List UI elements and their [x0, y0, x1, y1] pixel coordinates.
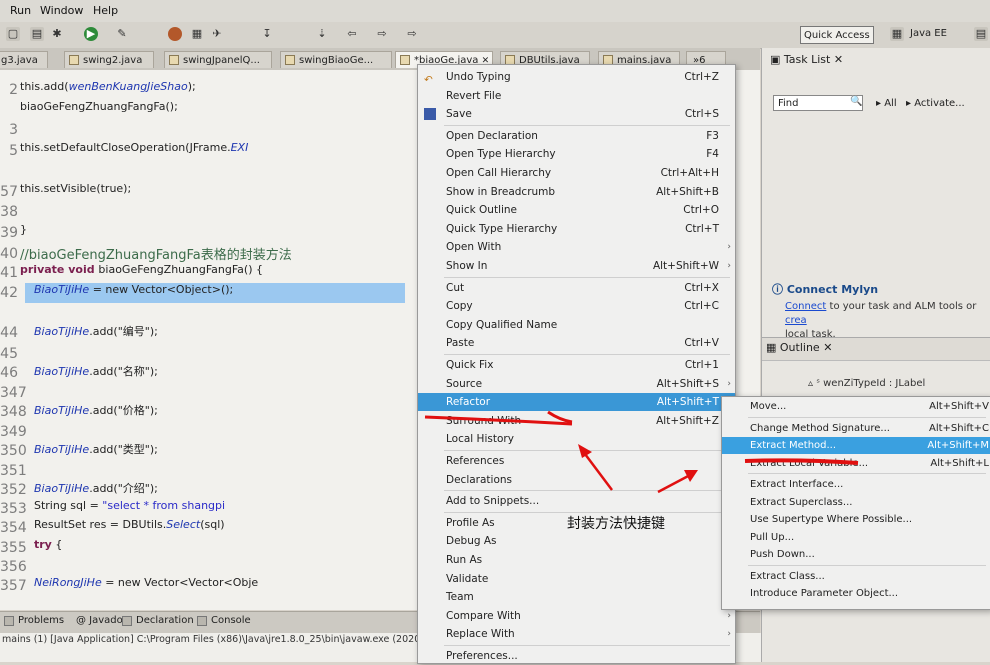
refactor-underline-long: [424, 415, 573, 426]
refactor-underline: [547, 410, 573, 424]
arrow-to-refactor: [581, 449, 613, 491]
arrow-to-extract: [657, 472, 693, 494]
annotation-overlay: [424, 410, 859, 494]
arrow-head-left: [578, 444, 592, 458]
extract-method-underline: [744, 458, 859, 465]
